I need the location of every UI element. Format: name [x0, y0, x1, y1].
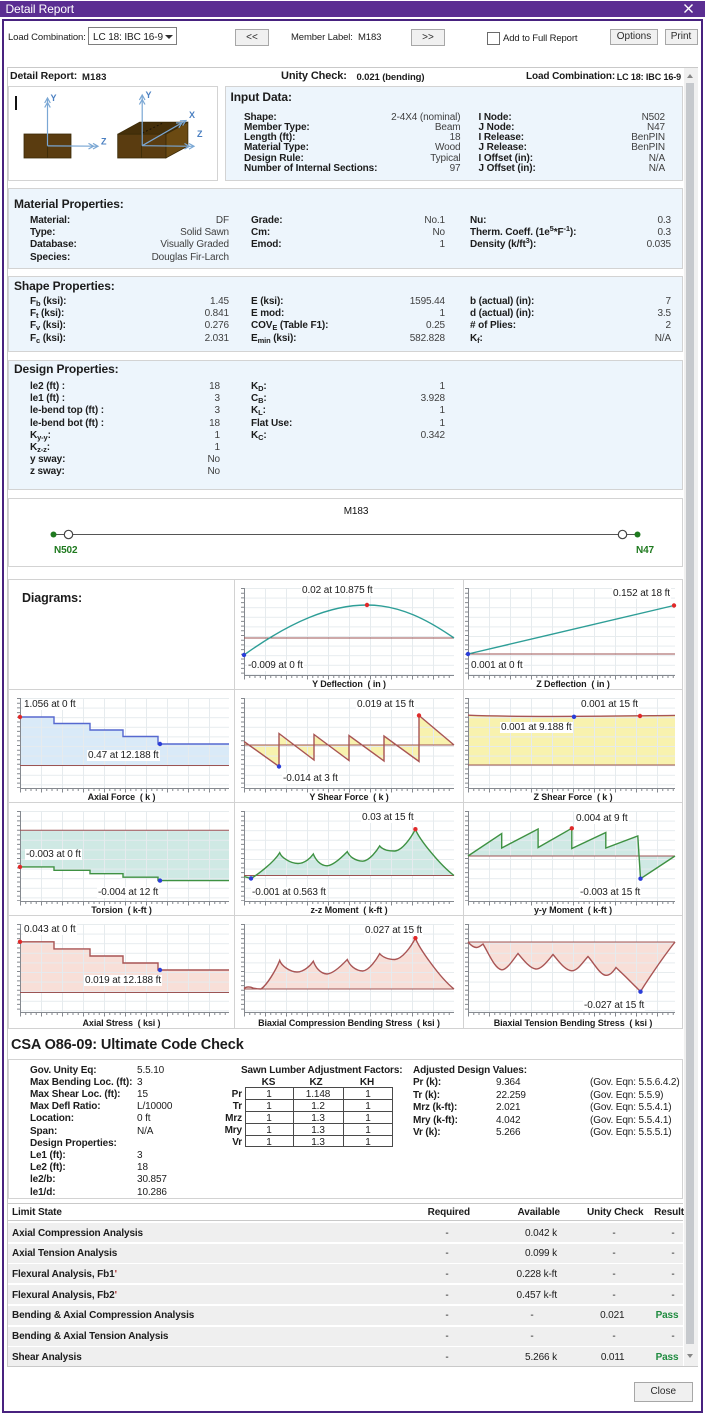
- svg-text:Y: Y: [51, 93, 57, 103]
- svg-text:Y: Y: [146, 90, 152, 100]
- svg-text:Z: Z: [197, 129, 203, 139]
- svg-text:X: X: [189, 110, 195, 120]
- svg-text:Z: Z: [101, 137, 107, 147]
